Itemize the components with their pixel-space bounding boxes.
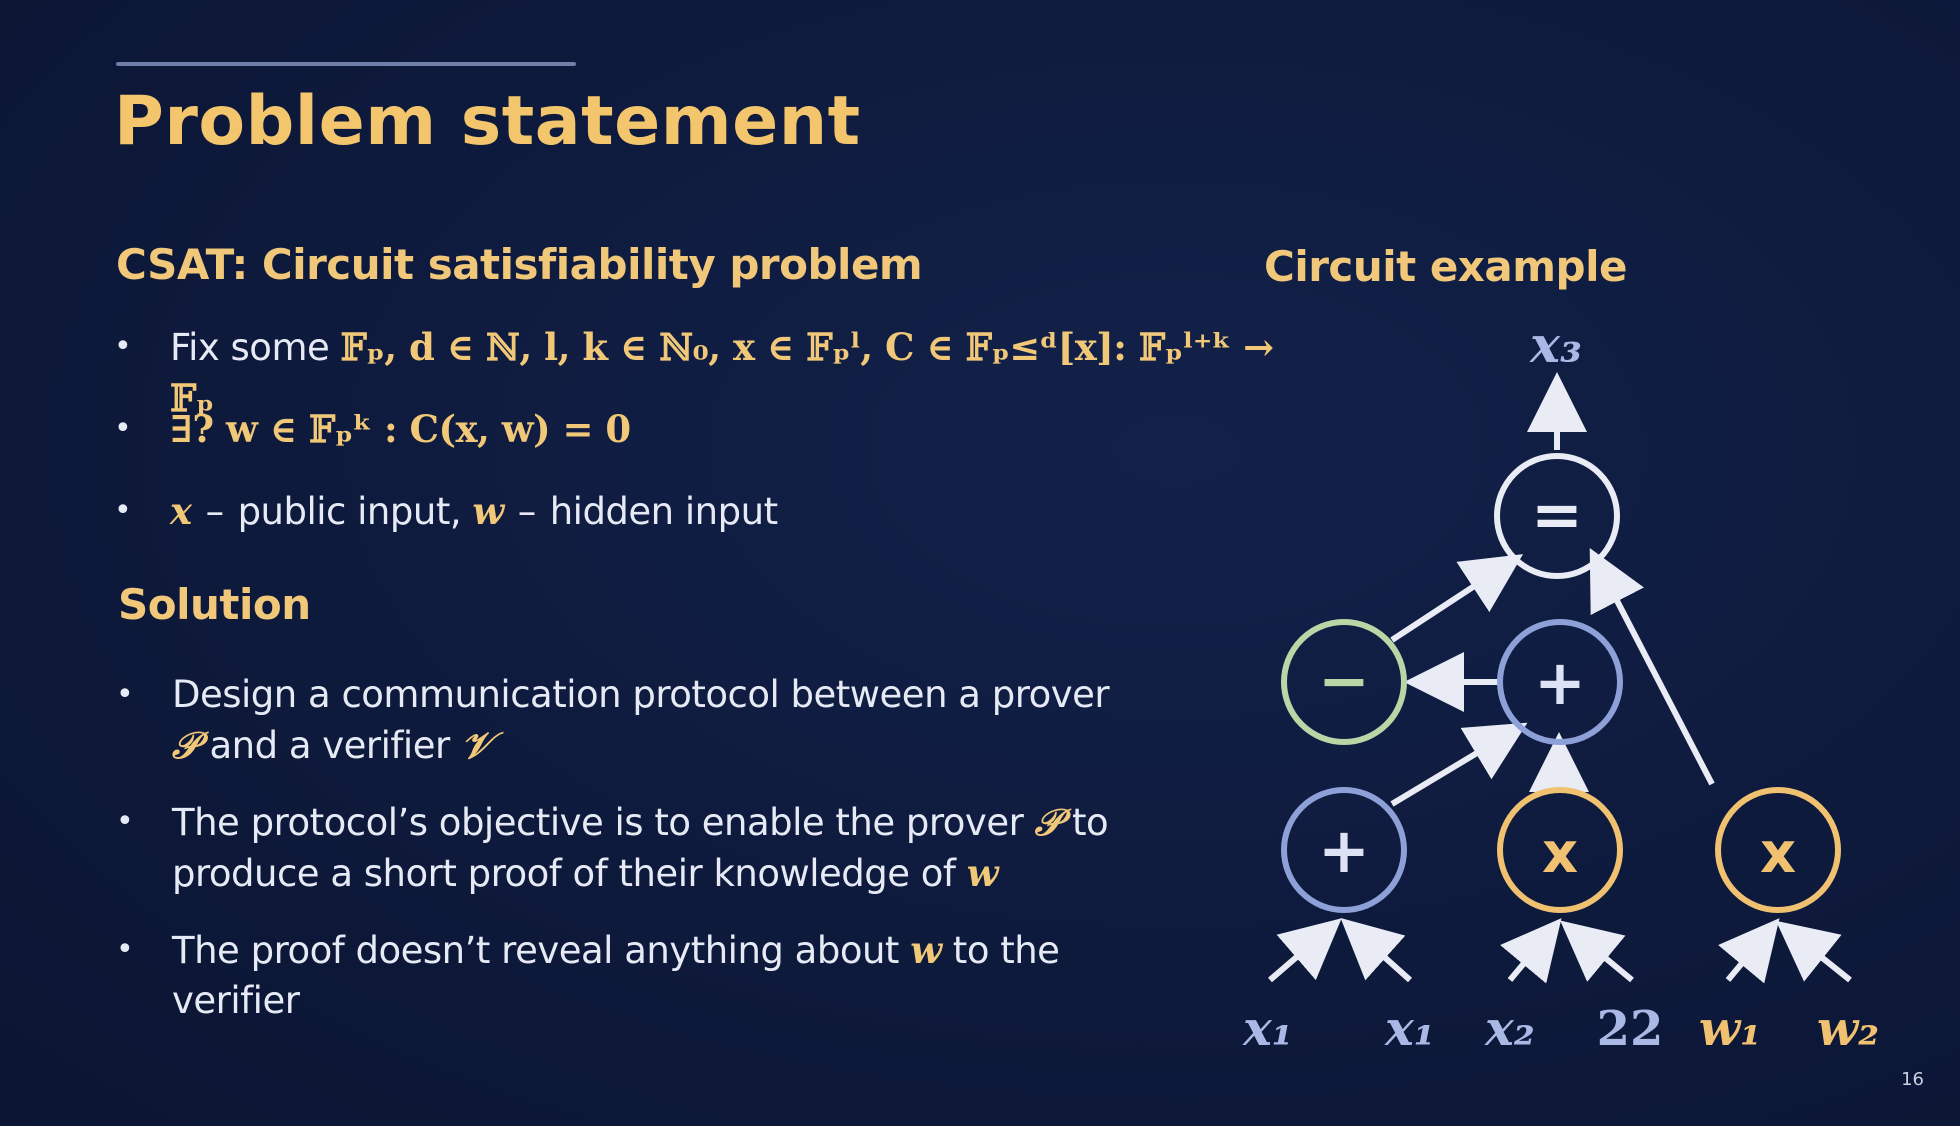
- prover-symbol: 𝒫: [172, 723, 199, 767]
- edge-x2-to-times-mid: [1500, 918, 1562, 984]
- solution-bullet-objective: The protocol’s objective is to enable th…: [116, 797, 1116, 899]
- input-w2: w₂: [1817, 1001, 1879, 1057]
- node-equals: =: [1494, 453, 1620, 579]
- node-equals-symbol: =: [1531, 478, 1583, 551]
- slide-title: Problem statement: [114, 82, 861, 161]
- solution-bullet-design-text-a: Design a communication protocol between …: [172, 673, 1110, 716]
- circuit-output-label: x₃: [1529, 320, 1582, 374]
- witness-symbol: w: [910, 928, 942, 972]
- input-x2: x₂: [1484, 1001, 1535, 1057]
- title-rule: [116, 62, 576, 66]
- csat-hidden-input-text: hidden input: [549, 490, 778, 533]
- csat-var-x: x: [170, 489, 192, 533]
- edge-times-right-to-equals: [1589, 548, 1715, 786]
- prover-symbol: 𝒫: [1034, 800, 1062, 844]
- node-plus-top-symbol: +: [1534, 646, 1586, 719]
- edge-x1a-to-plus-bottom: [1268, 918, 1342, 983]
- edge-minus-to-equals: [1390, 554, 1524, 643]
- input-x1-first: x₁: [1242, 1001, 1293, 1057]
- csat-heading: CSAT: Circuit satisfiability problem: [116, 240, 923, 289]
- node-plus-top: +: [1497, 619, 1623, 745]
- dash-separator: –: [205, 490, 225, 533]
- page-number: 16: [1901, 1069, 1924, 1090]
- dash-separator: –: [517, 490, 537, 533]
- csat-bullet-fix: Fix some 𝔽ₚ, d ∈ ℕ, l, k ∈ ℕ₀, x ∈ 𝔽ₚˡ, …: [114, 322, 1274, 420]
- node-times-mid: x: [1497, 787, 1623, 913]
- node-times-right: x: [1715, 787, 1841, 913]
- solution-heading: Solution: [118, 580, 311, 629]
- solution-bullet-zero-knowledge: The proof doesn’t reveal anything about …: [116, 925, 1116, 1026]
- solution-bullet-list: Design a communication protocol between …: [116, 670, 1116, 1052]
- edge-w2-to-times-right: [1775, 920, 1852, 983]
- csat-bullet-fix-prefix: Fix some: [170, 326, 341, 369]
- edge-22-to-times-mid: [1560, 920, 1634, 983]
- input-w1: w₁: [1699, 1001, 1761, 1057]
- node-minus-symbol: −: [1318, 644, 1370, 717]
- node-times-mid-symbol: x: [1542, 821, 1578, 886]
- solution-bullet-zk-text-a: The proof doesn’t reveal anything about: [172, 929, 911, 972]
- verifier-symbol: 𝒱: [460, 723, 492, 767]
- node-plus-bottom-symbol: +: [1318, 814, 1370, 887]
- input-x1-second: x₁: [1384, 1001, 1435, 1057]
- edge-w1-to-times-right: [1718, 918, 1780, 984]
- edge-plus-bottom-to-plus-top: [1390, 722, 1528, 807]
- circuit-diagram: = − + + x x x₃ x₁ x₁ x₂ 22 w₁ w₂: [1242, 320, 1879, 1057]
- csat-bullet-exists: ∃? w ∈ 𝔽ₚᵏ : C(x, w) = 0: [114, 404, 1274, 456]
- csat-var-w: w: [472, 489, 504, 533]
- csat-public-input-text: public input,: [237, 490, 462, 533]
- solution-bullet-design-text-b: and a verifier: [198, 724, 461, 767]
- csat-bullet-list: Fix some 𝔽ₚ, d ∈ ℕ, l, k ∈ ℕ₀, x ∈ 𝔽ₚˡ, …: [114, 322, 1274, 568]
- node-times-right-symbol: x: [1760, 821, 1796, 886]
- edge-x1b-to-plus-bottom: [1340, 918, 1412, 983]
- csat-bullet-inputs: x–public input, w–hidden input: [114, 486, 1274, 538]
- slide: Problem statement CSAT: Circuit satisfia…: [0, 0, 1960, 1126]
- solution-bullet-design: Design a communication protocol between …: [116, 670, 1116, 771]
- circuit-inputs: x₁ x₁ x₂ 22 w₁ w₂: [1242, 1001, 1879, 1057]
- solution-bullet-objective-text-a: The protocol’s objective is to enable th…: [172, 801, 1035, 844]
- circuit-heading: Circuit example: [1264, 242, 1627, 291]
- node-plus-bottom: +: [1281, 787, 1407, 913]
- node-minus: −: [1281, 619, 1407, 745]
- csat-bullet-exists-math: ∃? w ∈ 𝔽ₚᵏ : C(x, w) = 0: [170, 407, 631, 451]
- input-constant-22: 22: [1597, 1001, 1664, 1057]
- witness-symbol: w: [966, 851, 999, 895]
